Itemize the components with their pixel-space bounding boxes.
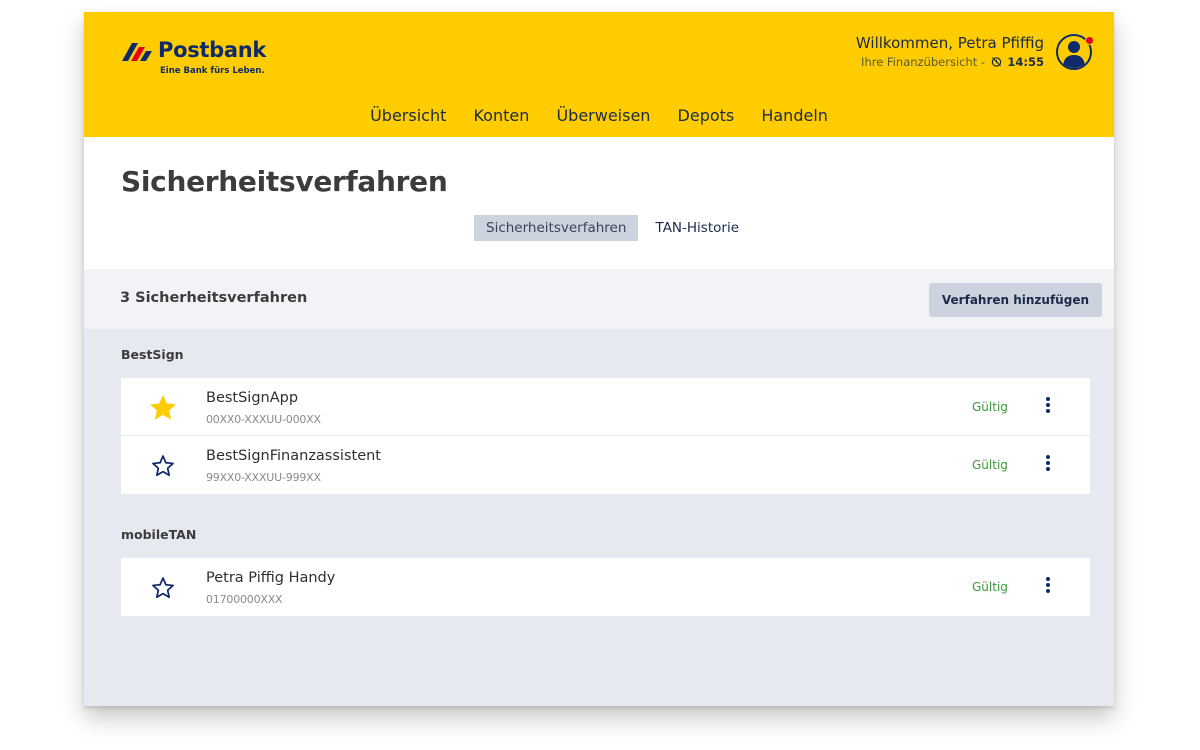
finance-overview-label: Ihre Finanzübersicht - xyxy=(861,55,986,69)
procedure-name: BestSignFinanzassistent xyxy=(206,448,381,464)
tab-sicherheitsverfahren[interactable]: Sicherheitsverfahren xyxy=(474,215,639,241)
status-badge: Gültig xyxy=(972,458,1008,472)
header-bar: Postbank Eine Bank fürs Leben. Willkomme… xyxy=(84,12,1114,137)
more-options-icon[interactable] xyxy=(1041,575,1055,599)
list-item[interactable]: Petra Piffig Handy 01700000XXX Gültig xyxy=(121,558,1090,616)
main-navigation: Übersicht Konten Überweisen Depots Hande… xyxy=(84,106,1114,125)
nav-item-konten[interactable]: Konten xyxy=(473,106,529,125)
more-options-icon[interactable] xyxy=(1041,395,1055,419)
tab-tan-historie[interactable]: TAN-Historie xyxy=(644,215,752,241)
group-card-bestsign: BestSignApp 00XX0-XXXUU-000XX Gültig Bes… xyxy=(121,378,1090,494)
list-toolbar: 3 Sicherheitsverfahren Verfahren hinzufü… xyxy=(84,269,1114,329)
list-item[interactable]: BestSignApp 00XX0-XXXUU-000XX Gültig xyxy=(121,378,1090,436)
favorite-star-filled-icon[interactable] xyxy=(147,392,179,424)
procedure-count: 3 Sicherheitsverfahren xyxy=(120,290,308,306)
procedure-id: 99XX0-XXXUU-999XX xyxy=(206,471,321,484)
tab-bar: Sicherheitsverfahren TAN-Historie xyxy=(474,215,751,241)
group-label-mobiletan: mobileTAN xyxy=(121,527,197,542)
more-options-icon[interactable] xyxy=(1041,453,1055,477)
session-time: 14:55 xyxy=(1007,55,1044,69)
favorite-star-outline-icon[interactable] xyxy=(149,574,177,602)
welcome-text: Willkommen, Petra Pfiffig xyxy=(855,34,1044,52)
status-badge: Gültig xyxy=(972,400,1008,414)
timer-icon xyxy=(991,57,1001,67)
procedure-id: 00XX0-XXXUU-000XX xyxy=(206,413,321,426)
nav-item-ueberweisen[interactable]: Überweisen xyxy=(556,106,650,125)
logo-name: Postbank xyxy=(158,38,267,62)
logo-claim: Eine Bank fürs Leben. xyxy=(160,66,265,76)
notification-dot xyxy=(1085,36,1094,45)
welcome-block: Willkommen, Petra Pfiffig Ihre Finanzübe… xyxy=(856,34,1044,69)
procedure-name: Petra Piffig Handy xyxy=(206,570,336,586)
nav-item-depots[interactable]: Depots xyxy=(678,106,735,125)
procedure-name: BestSignApp xyxy=(206,390,299,406)
page-header: Sicherheitsverfahren Sicherheitsverfahre… xyxy=(84,137,1114,269)
postbank-logo[interactable]: Postbank Eine Bank fürs Leben. xyxy=(120,38,266,78)
favorite-star-outline-icon[interactable] xyxy=(149,452,177,480)
nav-item-uebersicht[interactable]: Übersicht xyxy=(370,106,446,125)
postbank-logo-icon xyxy=(122,43,152,61)
session-info: Ihre Finanzübersicht - 14:55 xyxy=(856,55,1044,69)
app-window: Postbank Eine Bank fürs Leben. Willkomme… xyxy=(84,12,1114,706)
group-label-bestsign: BestSign xyxy=(121,347,184,362)
list-item[interactable]: BestSignFinanzassistent 99XX0-XXXUU-999X… xyxy=(121,436,1090,494)
page-title: Sicherheitsverfahren xyxy=(121,165,448,198)
add-procedure-button[interactable]: Verfahren hinzufügen xyxy=(928,283,1102,317)
procedure-id: 01700000XXX xyxy=(206,593,283,606)
status-badge: Gültig xyxy=(972,580,1008,594)
group-card-mobiletan: Petra Piffig Handy 01700000XXX Gültig xyxy=(121,558,1090,616)
nav-item-handeln[interactable]: Handeln xyxy=(761,106,828,125)
